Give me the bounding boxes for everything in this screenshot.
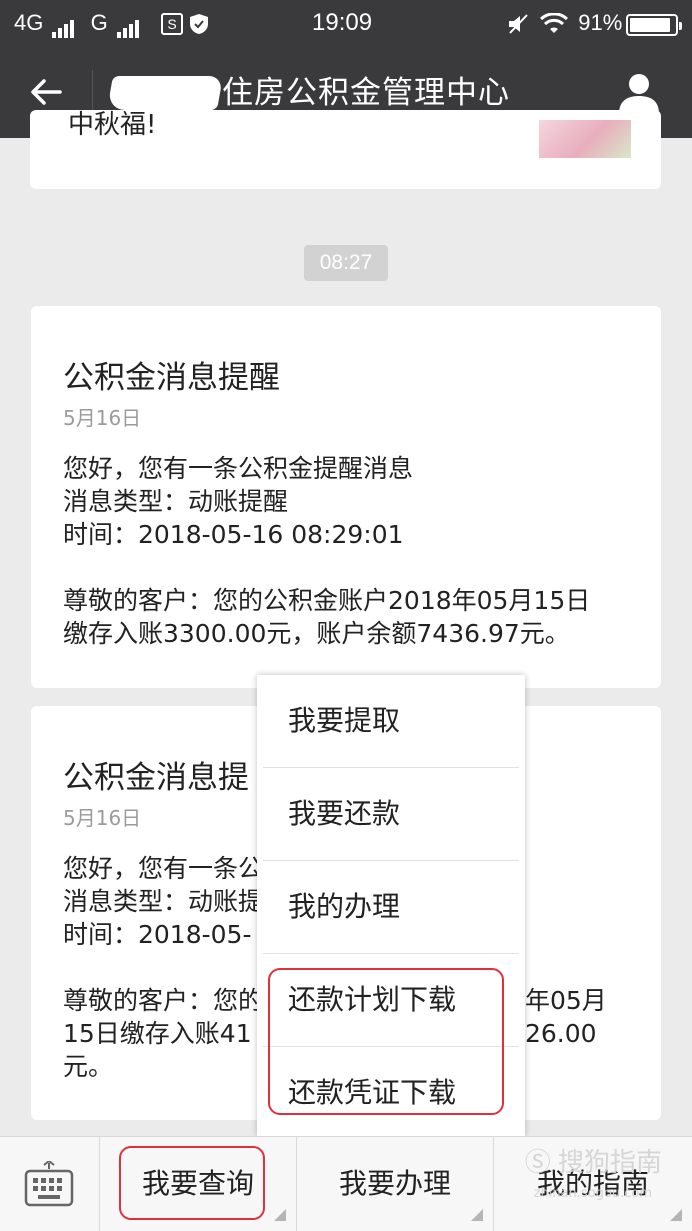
signal2-icon [116, 8, 141, 38]
watermark-url: zhinan.sogou.com [533, 1186, 652, 1201]
status-bar: 4G G S 19:09 91% [0, 0, 692, 48]
submenu-indicator-icon [274, 1209, 286, 1221]
battery-percent: 91% [578, 10, 623, 35]
message-line: 消息类型：动账提 [63, 887, 264, 916]
message-title: 公积金消息提醒 [63, 360, 280, 396]
tab-handle-label: 我要办理 [338, 1167, 451, 1200]
signal-icon [52, 8, 76, 38]
wifi-icon [540, 12, 569, 34]
message-line: 15日缴存入账41 [63, 1019, 252, 1048]
highlight-box-query-tab [119, 1146, 265, 1220]
menu-item-my-applications[interactable]: 我的办理 [257, 861, 525, 953]
clock: 19:09 [312, 9, 373, 36]
message-line: 消息类型：动账提醒 [63, 487, 289, 516]
network-label: 4G [14, 10, 44, 35]
watermark-logo-icon: Ⓢ [524, 1147, 551, 1177]
tab-handle[interactable]: 我要办理 [297, 1137, 494, 1231]
submenu-indicator-icon [670, 1209, 682, 1221]
message-line: 您好，您有一条公 [63, 854, 264, 883]
status-icons: 91% [506, 8, 622, 38]
app-s-icon: S [160, 13, 183, 36]
network-indicator: 4G G S [14, 8, 209, 38]
network2-label: G [90, 10, 108, 35]
battery-icon [626, 14, 682, 36]
shield-icon [190, 14, 209, 35]
submenu-indicator-icon [471, 1209, 483, 1221]
watermark: Ⓢ 搜狗指南 [525, 1142, 662, 1179]
highlight-box-downloads [268, 968, 504, 1115]
message-title: 公积金消息提 [63, 760, 249, 796]
previous-message-text: 中秋福! [68, 110, 157, 140]
mute-icon [509, 14, 528, 34]
message-date: 5月16日 [63, 406, 142, 430]
menu-item-withdraw[interactable]: 我要提取 [257, 675, 525, 767]
message-line: 缴存入账3300.00元，账户余额7436.97元。 [63, 619, 570, 648]
keyboard-toggle-button[interactable] [0, 1137, 100, 1231]
message-line: 您好，您有一条公积金提醒消息 [63, 454, 414, 483]
message-line: 时间：2018-05- [63, 920, 252, 949]
message-line: 尊敬的客户：您的 [63, 986, 264, 1015]
message-line-fragment: 26.00 [525, 1019, 597, 1048]
keyboard-icon [24, 1161, 74, 1207]
message-line-fragment: 年05月 [525, 986, 607, 1015]
menu-item-repay[interactable]: 我要还款 [257, 768, 525, 860]
message-date: 5月16日 [63, 806, 142, 830]
battery-fill [630, 18, 671, 32]
back-arrow-icon[interactable] [26, 72, 66, 112]
message-card[interactable]: 公积金消息提醒 5月16日 您好，您有一条公积金提醒消息 消息类型：动账提醒 时… [31, 306, 661, 688]
message-line: 元。 [63, 1052, 114, 1081]
message-line: 尊敬的客户：您的公积金账户2018年05月15日 [63, 586, 591, 615]
previous-message-card[interactable]: 中秋福! [30, 110, 661, 189]
watermark-text: 搜狗指南 [557, 1147, 662, 1177]
message-line: 时间：2018-05-16 08:29:01 [63, 520, 404, 549]
timestamp-chip: 08:27 [304, 245, 388, 281]
previous-message-thumbnail [539, 120, 631, 158]
